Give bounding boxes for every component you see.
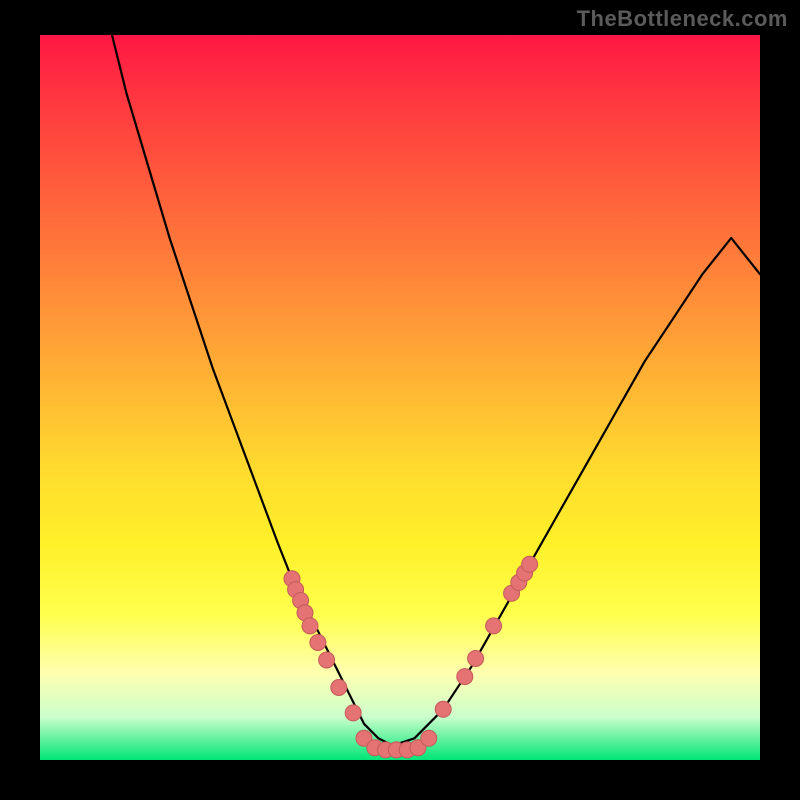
data-marker (435, 701, 451, 717)
data-markers (284, 556, 538, 758)
data-marker (522, 556, 538, 572)
data-marker (486, 618, 502, 634)
plot-area (40, 35, 760, 760)
data-marker (468, 651, 484, 667)
bottleneck-curve (112, 35, 760, 746)
data-marker (310, 635, 326, 651)
watermark-text: TheBottleneck.com (577, 6, 788, 32)
data-marker (345, 705, 361, 721)
data-marker (457, 669, 473, 685)
data-marker (302, 618, 318, 634)
data-marker (331, 680, 347, 696)
data-marker (421, 730, 437, 746)
curve-svg (40, 35, 760, 760)
chart-frame: TheBottleneck.com (0, 0, 800, 800)
data-marker (319, 652, 335, 668)
